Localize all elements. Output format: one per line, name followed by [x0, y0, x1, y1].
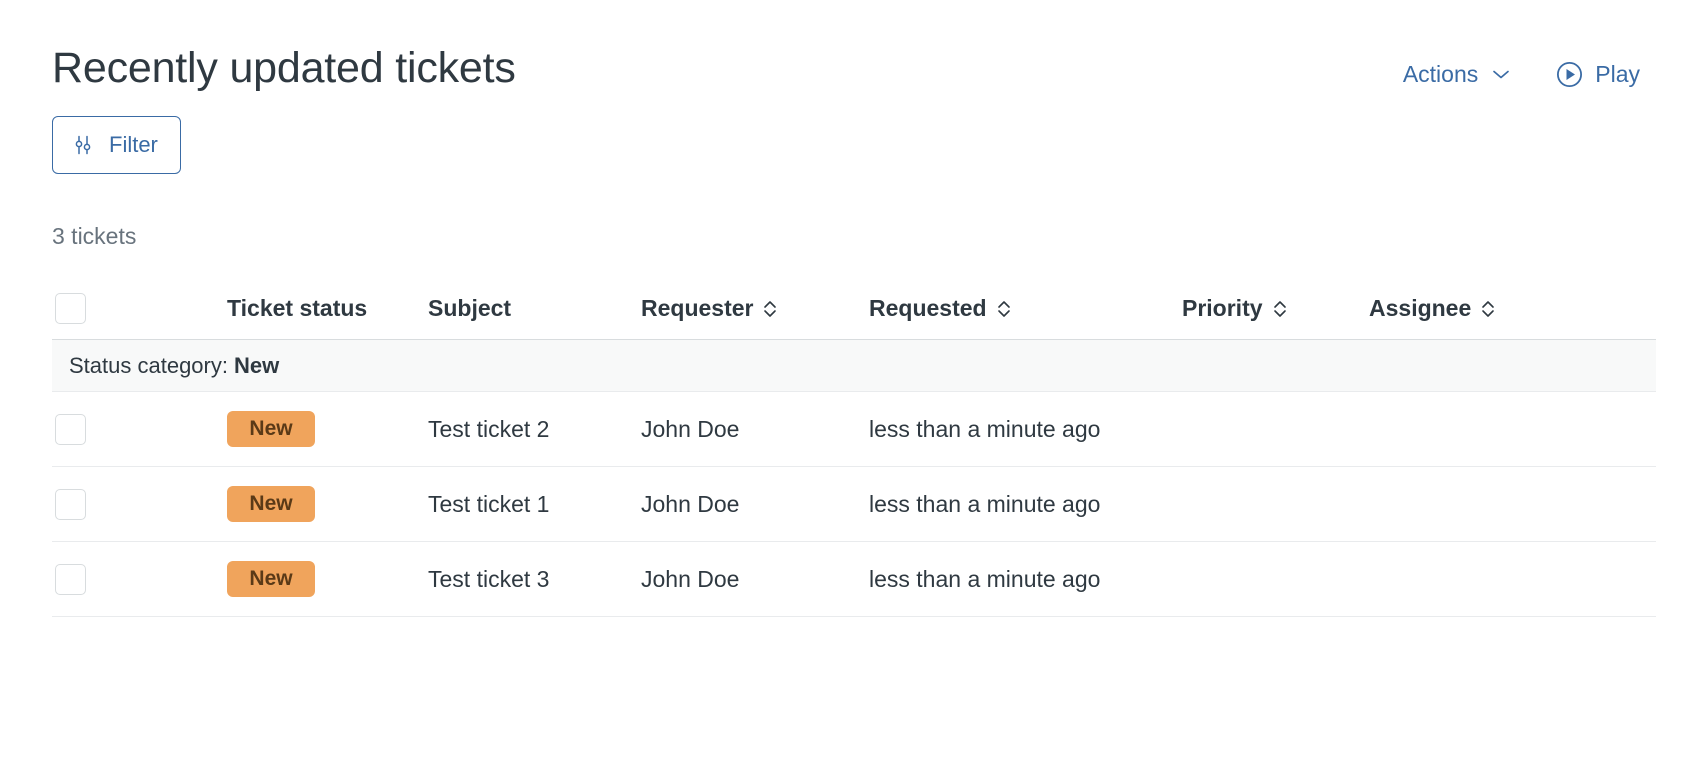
- cell-requester: John Doe: [641, 565, 740, 592]
- play-button[interactable]: Play: [1554, 58, 1642, 90]
- cell-ticket-status: New: [227, 411, 428, 447]
- status-badge: New: [227, 411, 315, 447]
- play-button-label: Play: [1595, 61, 1640, 87]
- status-badge: New: [227, 486, 315, 522]
- column-header-label: Requested: [869, 295, 987, 321]
- cell-requested: less than a minute ago: [869, 415, 1101, 442]
- column-header-label: Assignee: [1369, 295, 1472, 321]
- column-header-priority[interactable]: Priority: [1182, 295, 1369, 322]
- chevron-down-icon: [1490, 63, 1512, 85]
- play-circle-icon: [1556, 61, 1583, 88]
- filter-toolbar: Filter: [52, 94, 1656, 174]
- column-header-subject[interactable]: Subject: [428, 295, 641, 322]
- page-title: Recently updated tickets: [52, 44, 516, 92]
- column-header-requested[interactable]: Requested: [869, 295, 1182, 322]
- sliders-icon: [71, 133, 95, 157]
- cell-subject[interactable]: Test ticket 1: [428, 491, 641, 518]
- table-row[interactable]: New Test ticket 2 John Doe less than a m…: [52, 392, 1656, 467]
- group-header-prefix: Status category:: [69, 352, 228, 378]
- row-select-cell: [52, 488, 227, 520]
- group-header-value: New: [233, 352, 280, 378]
- filter-button-label: Filter: [109, 132, 158, 157]
- select-all-checkbox[interactable]: [55, 293, 86, 324]
- cell-ticket-status: New: [227, 561, 428, 597]
- table-body: New Test ticket 2 John Doe less than a m…: [52, 392, 1656, 617]
- cell-subject[interactable]: Test ticket 3: [428, 566, 641, 593]
- row-select-cell: [52, 563, 227, 595]
- row-select-cell: [52, 413, 227, 445]
- column-header-label: Subject: [428, 295, 512, 321]
- status-badge: New: [227, 561, 315, 597]
- row-checkbox[interactable]: [55, 563, 86, 595]
- table-row[interactable]: New Test ticket 3 John Doe less than a m…: [52, 542, 1656, 617]
- ticket-count: 3 tickets: [52, 223, 137, 249]
- column-header-label: Requester: [641, 295, 754, 321]
- column-header-ticket-status[interactable]: Ticket status: [227, 295, 428, 322]
- table-row[interactable]: New Test ticket 1 John Doe less than a m…: [52, 467, 1656, 542]
- cell-requested: less than a minute ago: [869, 490, 1101, 517]
- column-header-assignee[interactable]: Assignee: [1369, 295, 1656, 322]
- sort-arrows-icon: [1479, 298, 1497, 320]
- column-header-requester[interactable]: Requester: [641, 295, 869, 322]
- row-checkbox[interactable]: [55, 413, 86, 445]
- actions-button[interactable]: Actions: [1401, 58, 1514, 90]
- actions-button-label: Actions: [1402, 61, 1479, 87]
- cell-requested: less than a minute ago: [869, 565, 1101, 592]
- column-header-label: Priority: [1182, 295, 1263, 321]
- cell-requester: John Doe: [641, 490, 740, 517]
- select-all-cell: [52, 293, 227, 324]
- group-header-row: Status category: New: [52, 340, 1656, 392]
- tickets-table: Ticket status Subject Requester Requeste…: [52, 278, 1656, 617]
- sort-arrows-icon: [995, 298, 1013, 320]
- cell-subject[interactable]: Test ticket 2: [428, 416, 641, 443]
- row-checkbox[interactable]: [55, 488, 86, 520]
- cell-requester: John Doe: [641, 415, 740, 442]
- page-header: Recently updated tickets Actions Play: [52, 0, 1656, 94]
- filter-button[interactable]: Filter: [52, 116, 181, 174]
- sort-arrows-icon: [761, 298, 779, 320]
- ticket-list-page: Recently updated tickets Actions Play Fi…: [0, 0, 1708, 762]
- column-header-label: Ticket status: [227, 295, 368, 321]
- cell-ticket-status: New: [227, 486, 428, 522]
- table-header-row: Ticket status Subject Requester Requeste…: [52, 278, 1656, 340]
- header-actions: Actions Play: [1401, 42, 1656, 90]
- sort-arrows-icon: [1271, 298, 1289, 320]
